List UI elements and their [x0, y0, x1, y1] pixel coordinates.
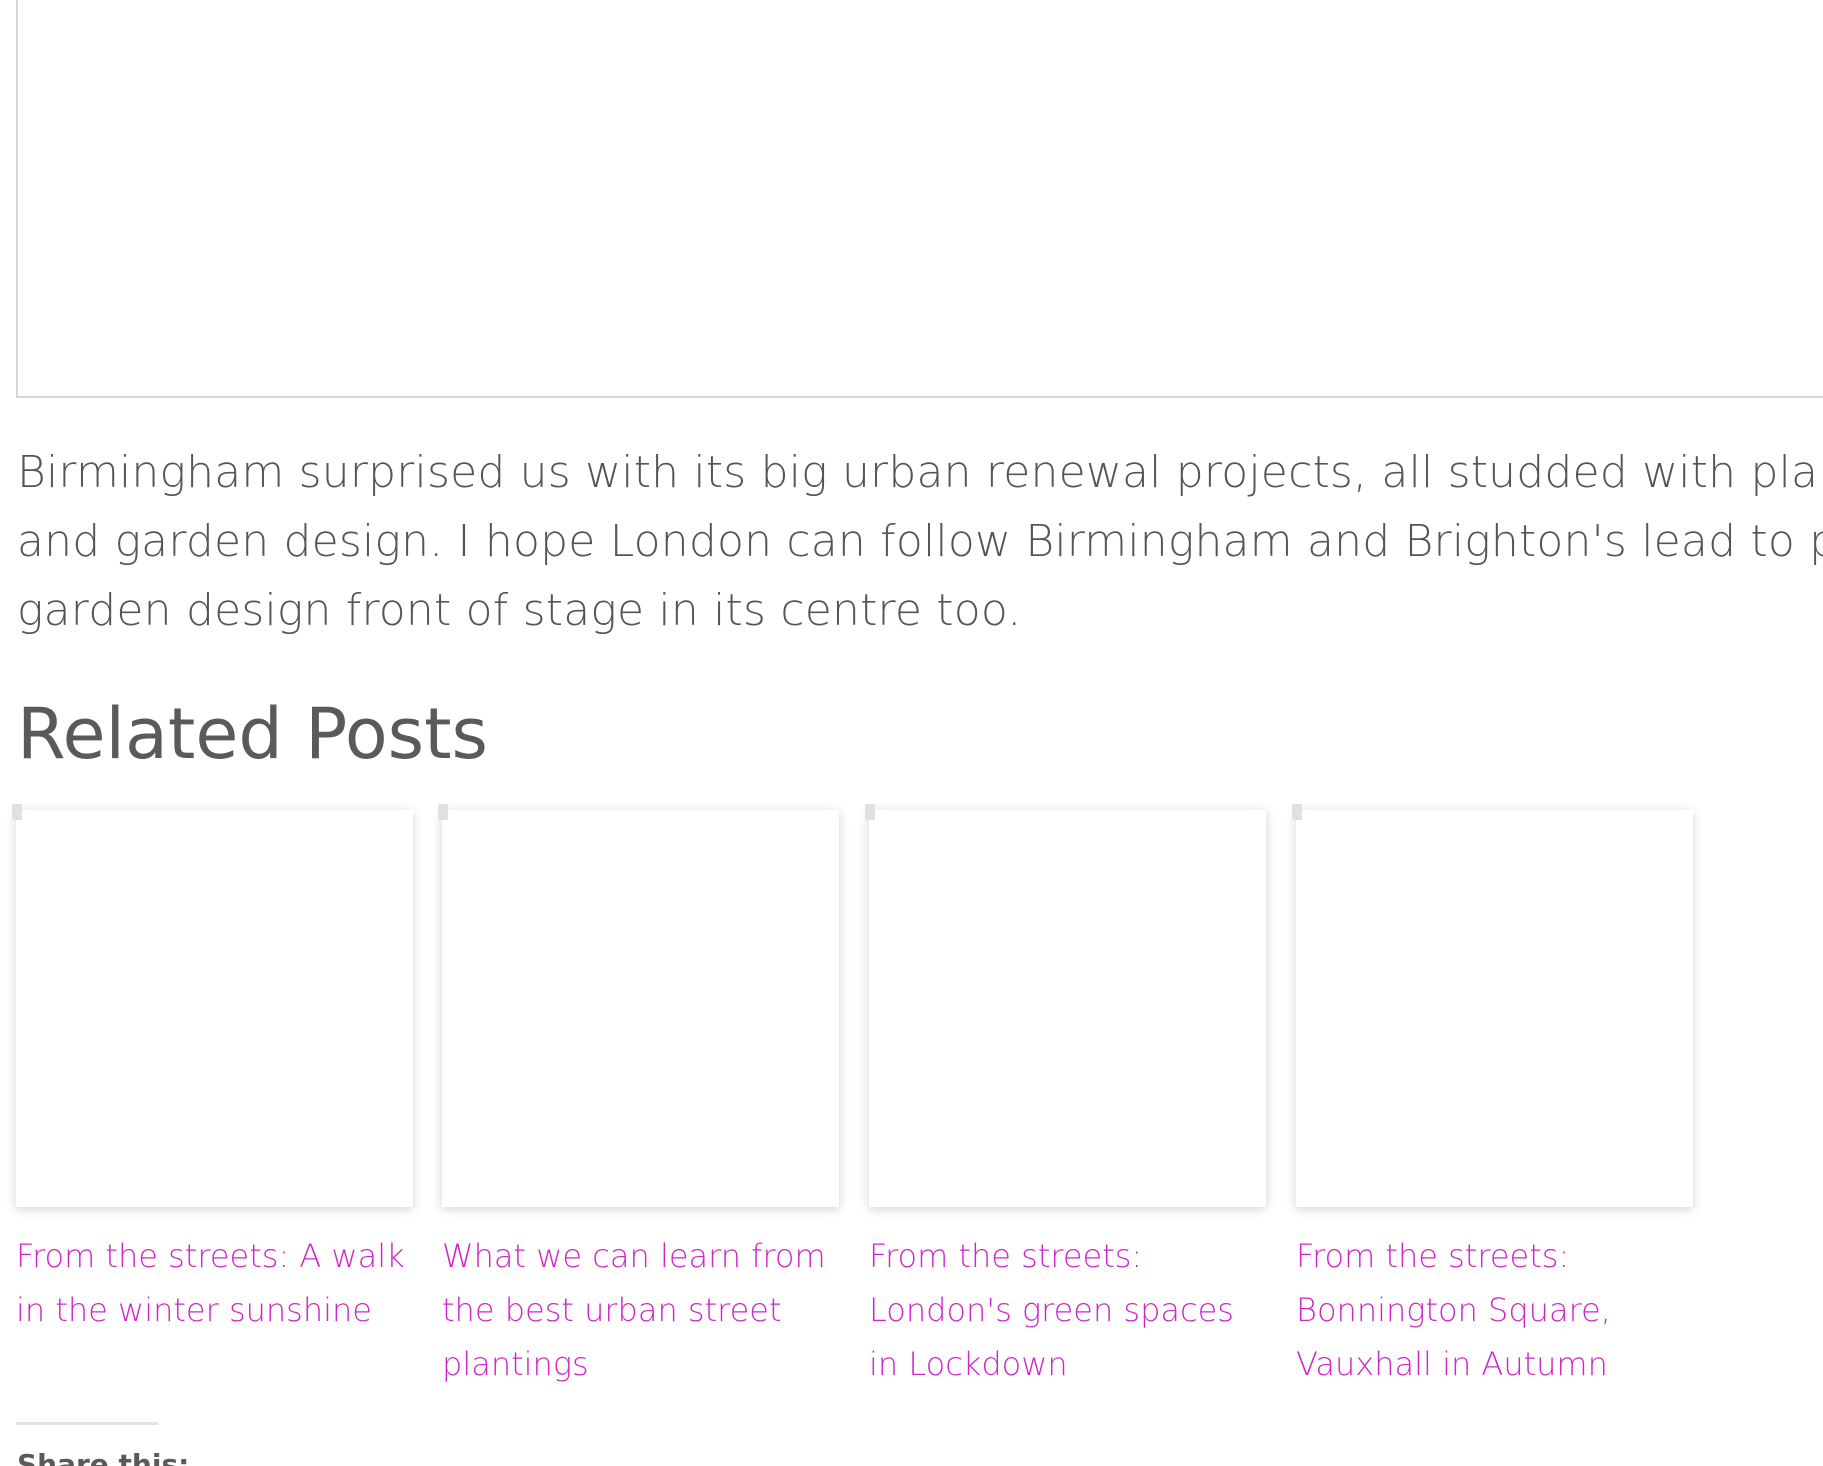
thumbnail-corner-icon [865, 804, 875, 820]
thumbnail-corner-icon [1292, 804, 1302, 820]
section-divider [16, 1422, 158, 1425]
related-posts-list: From the streets: A walk in the winter s… [12, 804, 1726, 1391]
thumbnail-corner-icon [12, 804, 22, 820]
share-heading: Share this: [17, 1448, 190, 1466]
article-paragraph: Birmingham surprised us with its big urb… [17, 447, 1823, 636]
related-post-card[interactable]: From the streets: London's green spaces … [865, 804, 1266, 1391]
related-post-thumbnail[interactable] [865, 804, 1266, 1207]
related-post-thumbnail[interactable] [438, 804, 839, 1207]
related-post-thumbnail[interactable] [12, 804, 413, 1207]
related-post-link[interactable]: What we can learn from the best urban st… [442, 1229, 839, 1391]
page: Birmingham surprised us with its big urb… [0, 0, 1823, 1466]
related-post-link[interactable]: From the streets: Bonnington Square, Vau… [1296, 1229, 1693, 1391]
related-post-thumbnail[interactable] [1292, 804, 1693, 1207]
related-post-card[interactable]: From the streets: Bonnington Square, Vau… [1292, 804, 1693, 1391]
related-post-link[interactable]: From the streets: London's green spaces … [869, 1229, 1266, 1391]
embedded-media-frame[interactable] [16, 0, 1823, 398]
related-post-link[interactable]: From the streets: A walk in the winter s… [16, 1229, 413, 1337]
related-posts-heading: Related Posts [17, 693, 489, 775]
thumbnail-corner-icon [438, 804, 448, 820]
related-post-card[interactable]: From the streets: A walk in the winter s… [12, 804, 413, 1337]
related-post-card[interactable]: What we can learn from the best urban st… [438, 804, 839, 1391]
